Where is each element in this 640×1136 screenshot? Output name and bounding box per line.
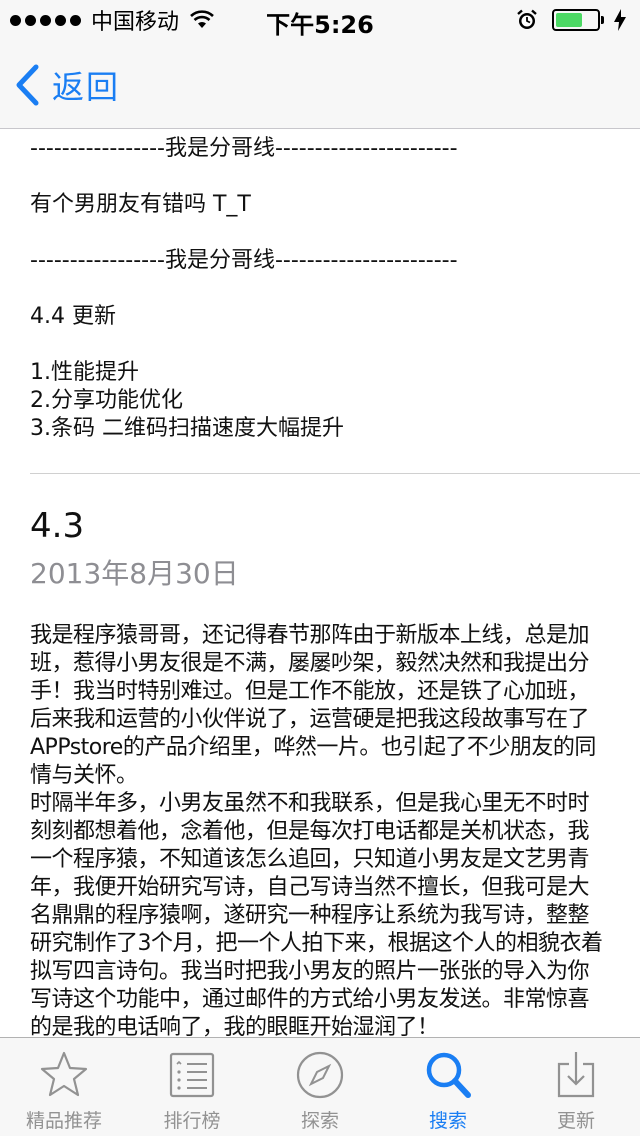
tab-search[interactable]: 搜索: [384, 1038, 512, 1136]
status-bar: 中国移动 下午5:26: [0, 0, 640, 40]
version-paragraph: 时隔半年多，小男友虽然不和我联系，但是我心里无不时时刻刻都想着他，念着他，但是每…: [30, 791, 603, 1037]
alarm-clock-icon: [517, 9, 537, 29]
back-button[interactable]: 返回: [14, 62, 120, 108]
list-icon: [169, 1052, 215, 1098]
navigation-bar: 返回: [0, 40, 640, 129]
tab-label: 探索: [300, 1110, 339, 1132]
chevron-left-icon: [16, 64, 39, 106]
note-line: -----------------我是分哥线------------------…: [30, 136, 458, 161]
app-screen: 中国移动 下午5:26 返回 -----------------我是分哥线---…: [0, 0, 640, 1136]
version-description: 我是程序猿哥哥，还记得春节那阵由于新版本上线，总是加班，惹得小男友很是不满，屡屡…: [0, 622, 640, 1037]
tab-label: 排行榜: [163, 1110, 221, 1132]
note-line: 3.条码 二维码扫描速度大幅提升: [30, 416, 344, 441]
note-line: [30, 331, 610, 359]
tab-top-charts[interactable]: 排行榜: [128, 1038, 256, 1136]
status-right: [516, 7, 626, 33]
tab-explore[interactable]: 探索: [256, 1038, 384, 1136]
version-date: 2013年8月30日: [30, 557, 239, 590]
tab-featured[interactable]: 精品推荐: [0, 1038, 128, 1136]
version-number: 4.3: [30, 506, 85, 546]
battery-level: [556, 13, 582, 27]
battery-icon: [552, 9, 604, 31]
tab-label: 更新: [556, 1110, 595, 1132]
release-notes-top: -----------------我是分哥线------------------…: [0, 129, 640, 443]
tab-bar: 精品推荐 排行榜 探索 搜索 更新: [0, 1037, 640, 1136]
update-icon: [557, 1052, 595, 1098]
section-divider: [30, 473, 640, 474]
charging-bolt-icon: [614, 9, 626, 31]
note-line: 有个男朋友有错吗 T_T: [30, 192, 251, 217]
tab-label: 搜索: [428, 1110, 467, 1132]
search-icon: [426, 1052, 471, 1098]
tab-label: 精品推荐: [25, 1110, 102, 1132]
release-notes-scroll[interactable]: -----------------我是分哥线------------------…: [0, 129, 640, 1037]
note-line: [30, 275, 610, 303]
version-paragraph: 我是程序猿哥哥，还记得春节那阵由于新版本上线，总是加班，惹得小男友很是不满，屡屡…: [30, 623, 596, 788]
note-line: [30, 163, 610, 191]
note-line: 4.4 更新: [30, 304, 116, 329]
tab-updates[interactable]: 更新: [512, 1038, 640, 1136]
note-line: 1.性能提升: [30, 360, 139, 385]
back-label: 返回: [52, 68, 121, 106]
star-icon: [40, 1051, 88, 1097]
note-line: 2.分享功能优化: [30, 388, 183, 413]
note-line: [30, 219, 610, 247]
compass-icon: [296, 1051, 344, 1099]
note-line: -----------------我是分哥线------------------…: [30, 248, 458, 273]
